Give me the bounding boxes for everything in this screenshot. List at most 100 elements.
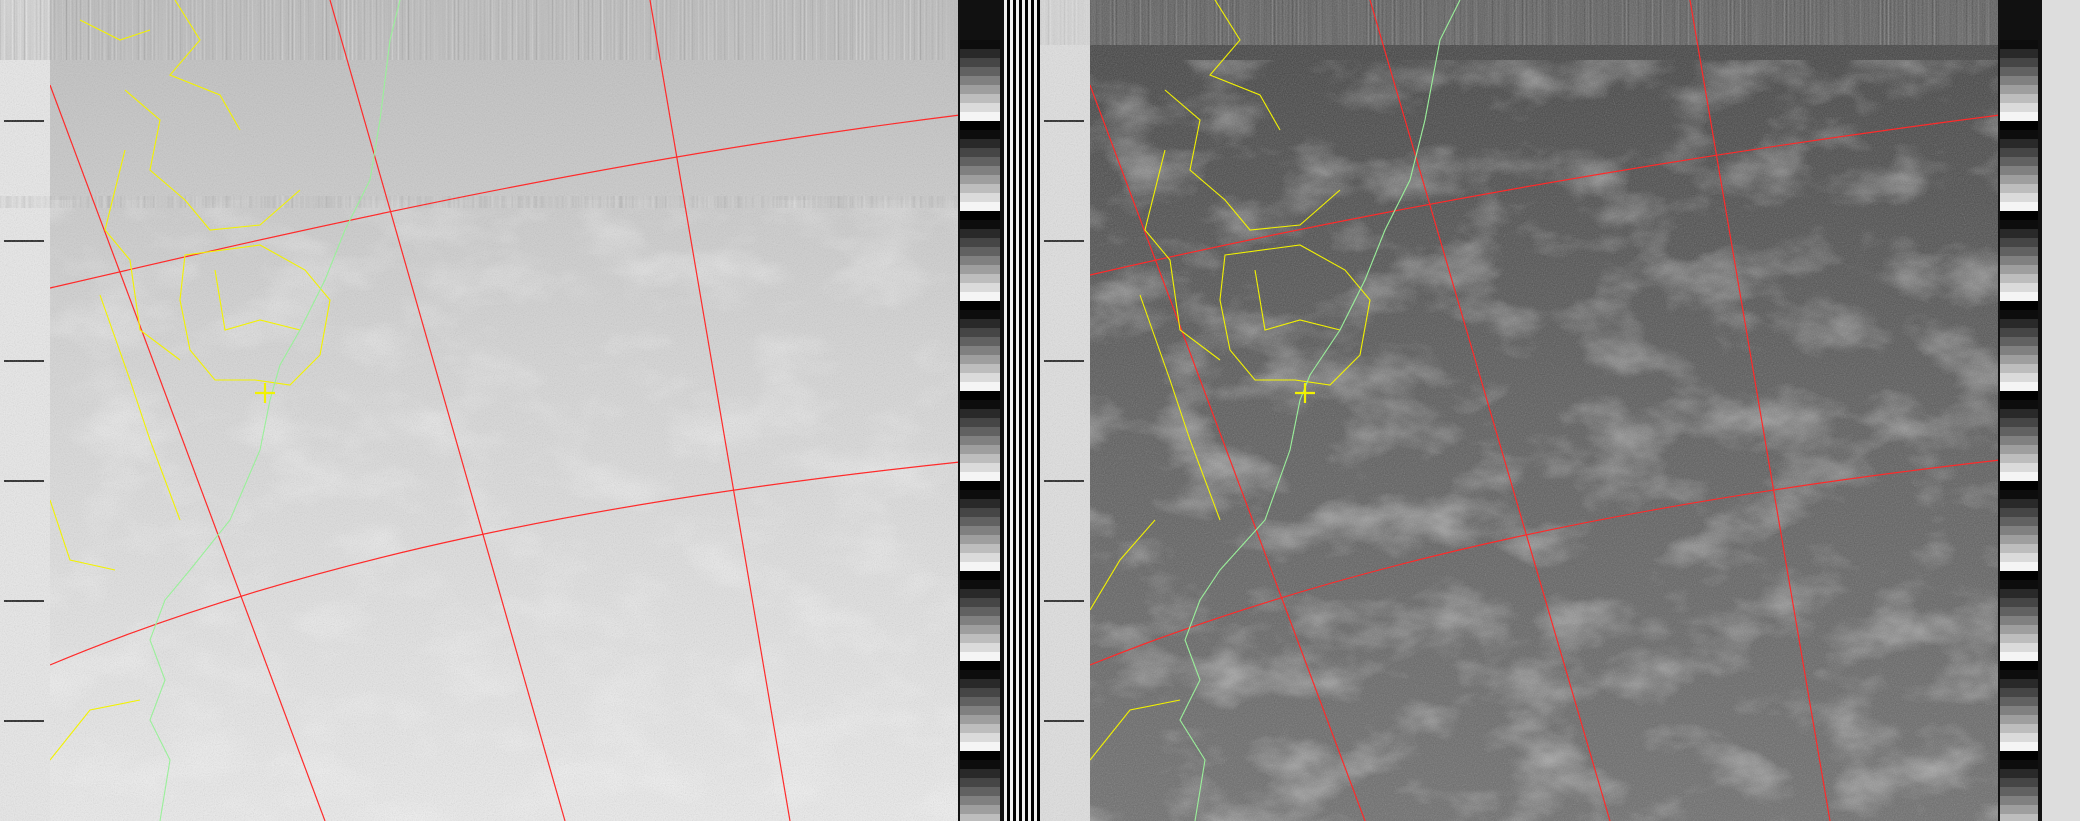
telemetry-wedge-step bbox=[960, 49, 1000, 58]
telemetry-wedge-step bbox=[960, 175, 1000, 184]
telemetry-wedge-step bbox=[2000, 589, 2038, 598]
telemetry-wedge-step bbox=[960, 805, 1000, 814]
telemetry-wedge-step bbox=[960, 166, 1000, 175]
telemetry-wedge-step bbox=[2000, 328, 2038, 337]
telemetry-wedge-step bbox=[2000, 526, 2038, 535]
channel-a-grain bbox=[0, 0, 960, 821]
telemetry-wedge-step bbox=[2000, 805, 2038, 814]
telemetry-wedge-step bbox=[2000, 409, 2038, 418]
telemetry-wedge-step bbox=[2000, 499, 2038, 508]
telemetry-wedge-step bbox=[960, 535, 1000, 544]
telemetry-wedge-step bbox=[960, 301, 1000, 310]
telemetry-wedge-step bbox=[960, 481, 1000, 490]
telemetry-wedge-step bbox=[2000, 76, 2038, 85]
telemetry-wedge-step bbox=[2000, 472, 2038, 481]
telemetry-wedge-step bbox=[2000, 751, 2038, 760]
channel-b-telemetry-wedge bbox=[2000, 40, 2038, 821]
telemetry-wedge-step bbox=[2000, 679, 2038, 688]
telemetry-wedge-step bbox=[2000, 238, 2038, 247]
telemetry-wedge-step bbox=[2000, 247, 2038, 256]
telemetry-wedge-step bbox=[960, 625, 1000, 634]
telemetry-wedge-step bbox=[2000, 706, 2038, 715]
telemetry-wedge-step bbox=[960, 112, 1000, 121]
telemetry-wedge-step bbox=[2000, 634, 2038, 643]
telemetry-wedge-step bbox=[2000, 85, 2038, 94]
telemetry-wedge-step bbox=[960, 715, 1000, 724]
telemetry-wedge-step bbox=[2000, 157, 2038, 166]
telemetry-wedge-step bbox=[960, 76, 1000, 85]
telemetry-wedge-step bbox=[2000, 787, 2038, 796]
telemetry-wedge-step bbox=[960, 229, 1000, 238]
telemetry-wedge-step bbox=[2000, 760, 2038, 769]
telemetry-wedge-step bbox=[960, 580, 1000, 589]
telemetry-wedge-step bbox=[960, 94, 1000, 103]
telemetry-wedge-step bbox=[2000, 490, 2038, 499]
telemetry-wedge-step bbox=[960, 130, 1000, 139]
telemetry-wedge-step bbox=[2000, 418, 2038, 427]
telemetry-wedge-step bbox=[2000, 643, 2038, 652]
telemetry-wedge-step bbox=[960, 652, 1000, 661]
telemetry-wedge-step bbox=[2000, 436, 2038, 445]
telemetry-wedge-step bbox=[960, 490, 1000, 499]
telemetry-wedge-step bbox=[960, 274, 1000, 283]
channel-a-sync-bars bbox=[1004, 0, 1037, 821]
telemetry-wedge-step bbox=[2000, 211, 2038, 220]
telemetry-wedge-step bbox=[960, 742, 1000, 751]
telemetry-wedge-step bbox=[960, 346, 1000, 355]
telemetry-wedge-step bbox=[960, 778, 1000, 787]
telemetry-wedge-step bbox=[2000, 94, 2038, 103]
telemetry-wedge-step bbox=[960, 373, 1000, 382]
telemetry-wedge-step bbox=[960, 463, 1000, 472]
telemetry-wedge-step bbox=[2000, 427, 2038, 436]
telemetry-wedge-step bbox=[960, 265, 1000, 274]
telemetry-wedge-step bbox=[960, 769, 1000, 778]
telemetry-wedge-step bbox=[960, 517, 1000, 526]
telemetry-wedge-step bbox=[2000, 274, 2038, 283]
telemetry-wedge-step bbox=[960, 571, 1000, 580]
telemetry-wedge-step bbox=[960, 238, 1000, 247]
telemetry-wedge-step bbox=[960, 697, 1000, 706]
telemetry-wedge-step bbox=[2000, 139, 2038, 148]
telemetry-wedge-step bbox=[2000, 553, 2038, 562]
telemetry-wedge-step bbox=[2000, 733, 2038, 742]
telemetry-wedge-step bbox=[960, 148, 1000, 157]
telemetry-wedge-step bbox=[2000, 40, 2038, 49]
telemetry-wedge-step bbox=[2000, 571, 2038, 580]
telemetry-wedge-step bbox=[2000, 715, 2038, 724]
telemetry-wedge-step bbox=[2000, 193, 2038, 202]
telemetry-wedge-step bbox=[960, 607, 1000, 616]
telemetry-wedge-step bbox=[960, 445, 1000, 454]
telemetry-wedge-step bbox=[960, 247, 1000, 256]
telemetry-wedge-step bbox=[960, 391, 1000, 400]
telemetry-wedge-step bbox=[2000, 202, 2038, 211]
telemetry-wedge-step bbox=[2000, 103, 2038, 112]
sync-bar bbox=[1034, 0, 1037, 821]
telemetry-wedge-step bbox=[2000, 355, 2038, 364]
telemetry-wedge-step bbox=[960, 400, 1000, 409]
telemetry-wedge-step bbox=[960, 220, 1000, 229]
sync-bar bbox=[1016, 0, 1019, 821]
telemetry-wedge-step bbox=[2000, 670, 2038, 679]
telemetry-wedge-step bbox=[2000, 166, 2038, 175]
telemetry-wedge-step bbox=[2000, 121, 2038, 130]
telemetry-wedge-step bbox=[2000, 67, 2038, 76]
telemetry-wedge-step bbox=[2000, 661, 2038, 670]
channel-b-panel bbox=[1040, 0, 2077, 821]
telemetry-wedge-step bbox=[960, 67, 1000, 76]
channel-a-panel bbox=[0, 0, 1037, 821]
telemetry-wedge-step bbox=[960, 796, 1000, 805]
telemetry-wedge-step bbox=[960, 337, 1000, 346]
telemetry-wedge-step bbox=[960, 121, 1000, 130]
telemetry-wedge-step bbox=[2000, 508, 2038, 517]
telemetry-wedge-step bbox=[960, 508, 1000, 517]
telemetry-wedge-step bbox=[960, 598, 1000, 607]
telemetry-wedge-step bbox=[2000, 220, 2038, 229]
telemetry-wedge-step bbox=[960, 58, 1000, 67]
telemetry-wedge-step bbox=[960, 328, 1000, 337]
telemetry-wedge-step bbox=[2000, 625, 2038, 634]
telemetry-wedge-step bbox=[2000, 310, 2038, 319]
telemetry-wedge-step bbox=[2000, 616, 2038, 625]
telemetry-wedge-step bbox=[960, 40, 1000, 49]
channel-b-noise-band bbox=[1040, 0, 2000, 45]
telemetry-wedge-step bbox=[2000, 364, 2038, 373]
